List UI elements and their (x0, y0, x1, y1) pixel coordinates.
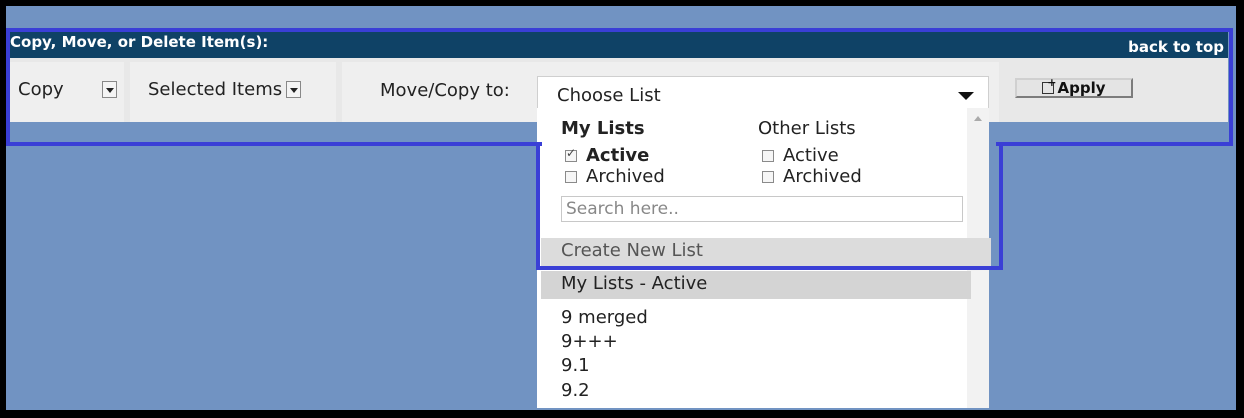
caret-down-icon[interactable] (958, 92, 974, 100)
checkbox-icon[interactable] (565, 170, 577, 183)
list-search-input[interactable] (561, 196, 963, 222)
list-item[interactable]: 9.2 (561, 380, 590, 401)
list-item[interactable]: 9 merged (561, 307, 648, 328)
apply-label: Apply (1057, 79, 1106, 97)
back-to-top-link[interactable]: back to top (1128, 38, 1224, 56)
section-title: Copy, Move, or Delete Item(s): (10, 33, 269, 51)
other-lists-active-label: Active (783, 145, 839, 166)
my-lists-header: My Lists (561, 118, 645, 139)
group-header-label: My Lists - Active (561, 273, 708, 294)
other-lists-archived-checkbox[interactable]: Archived (762, 166, 862, 187)
my-lists-active-label: Active (586, 145, 650, 166)
checkbox-icon[interactable] (762, 170, 774, 183)
my-lists-archived-label: Archived (586, 166, 665, 187)
scroll-up-icon[interactable] (974, 116, 982, 121)
list-select-value: Choose List (557, 85, 661, 106)
my-lists-active-checkbox[interactable]: Active (565, 145, 649, 166)
other-lists-archived-label: Archived (783, 166, 862, 187)
checkbox-checked-icon[interactable] (565, 146, 577, 162)
create-new-list-label: Create New List (561, 240, 703, 261)
apply-cell: Apply (1005, 62, 1228, 122)
list-select[interactable]: Choose List (537, 76, 989, 112)
action-select-value: Copy (18, 78, 64, 100)
list-item[interactable]: 9+++ (561, 331, 618, 352)
chevron-down-icon[interactable] (286, 80, 302, 98)
list-item[interactable]: 9.1 (561, 355, 590, 376)
section-header: Copy, Move, or Delete Item(s): back to t… (6, 28, 1228, 58)
move-copy-label: Move/Copy to: (380, 80, 510, 101)
group-header: My Lists - Active (541, 271, 971, 299)
action-select[interactable]: Copy (18, 78, 117, 100)
other-lists-header: Other Lists (758, 118, 856, 139)
checkbox-icon[interactable] (762, 149, 774, 162)
other-lists-active-checkbox[interactable]: Active (762, 145, 839, 166)
scope-select[interactable]: Selected Items (148, 78, 302, 100)
add-document-icon (1042, 76, 1056, 94)
my-lists-archived-checkbox[interactable]: Archived (565, 166, 665, 187)
scope-select-value: Selected Items (148, 78, 283, 100)
chevron-down-icon[interactable] (102, 80, 117, 98)
create-new-list-option[interactable]: Create New List (541, 238, 991, 266)
apply-button[interactable]: Apply (1015, 76, 1133, 98)
